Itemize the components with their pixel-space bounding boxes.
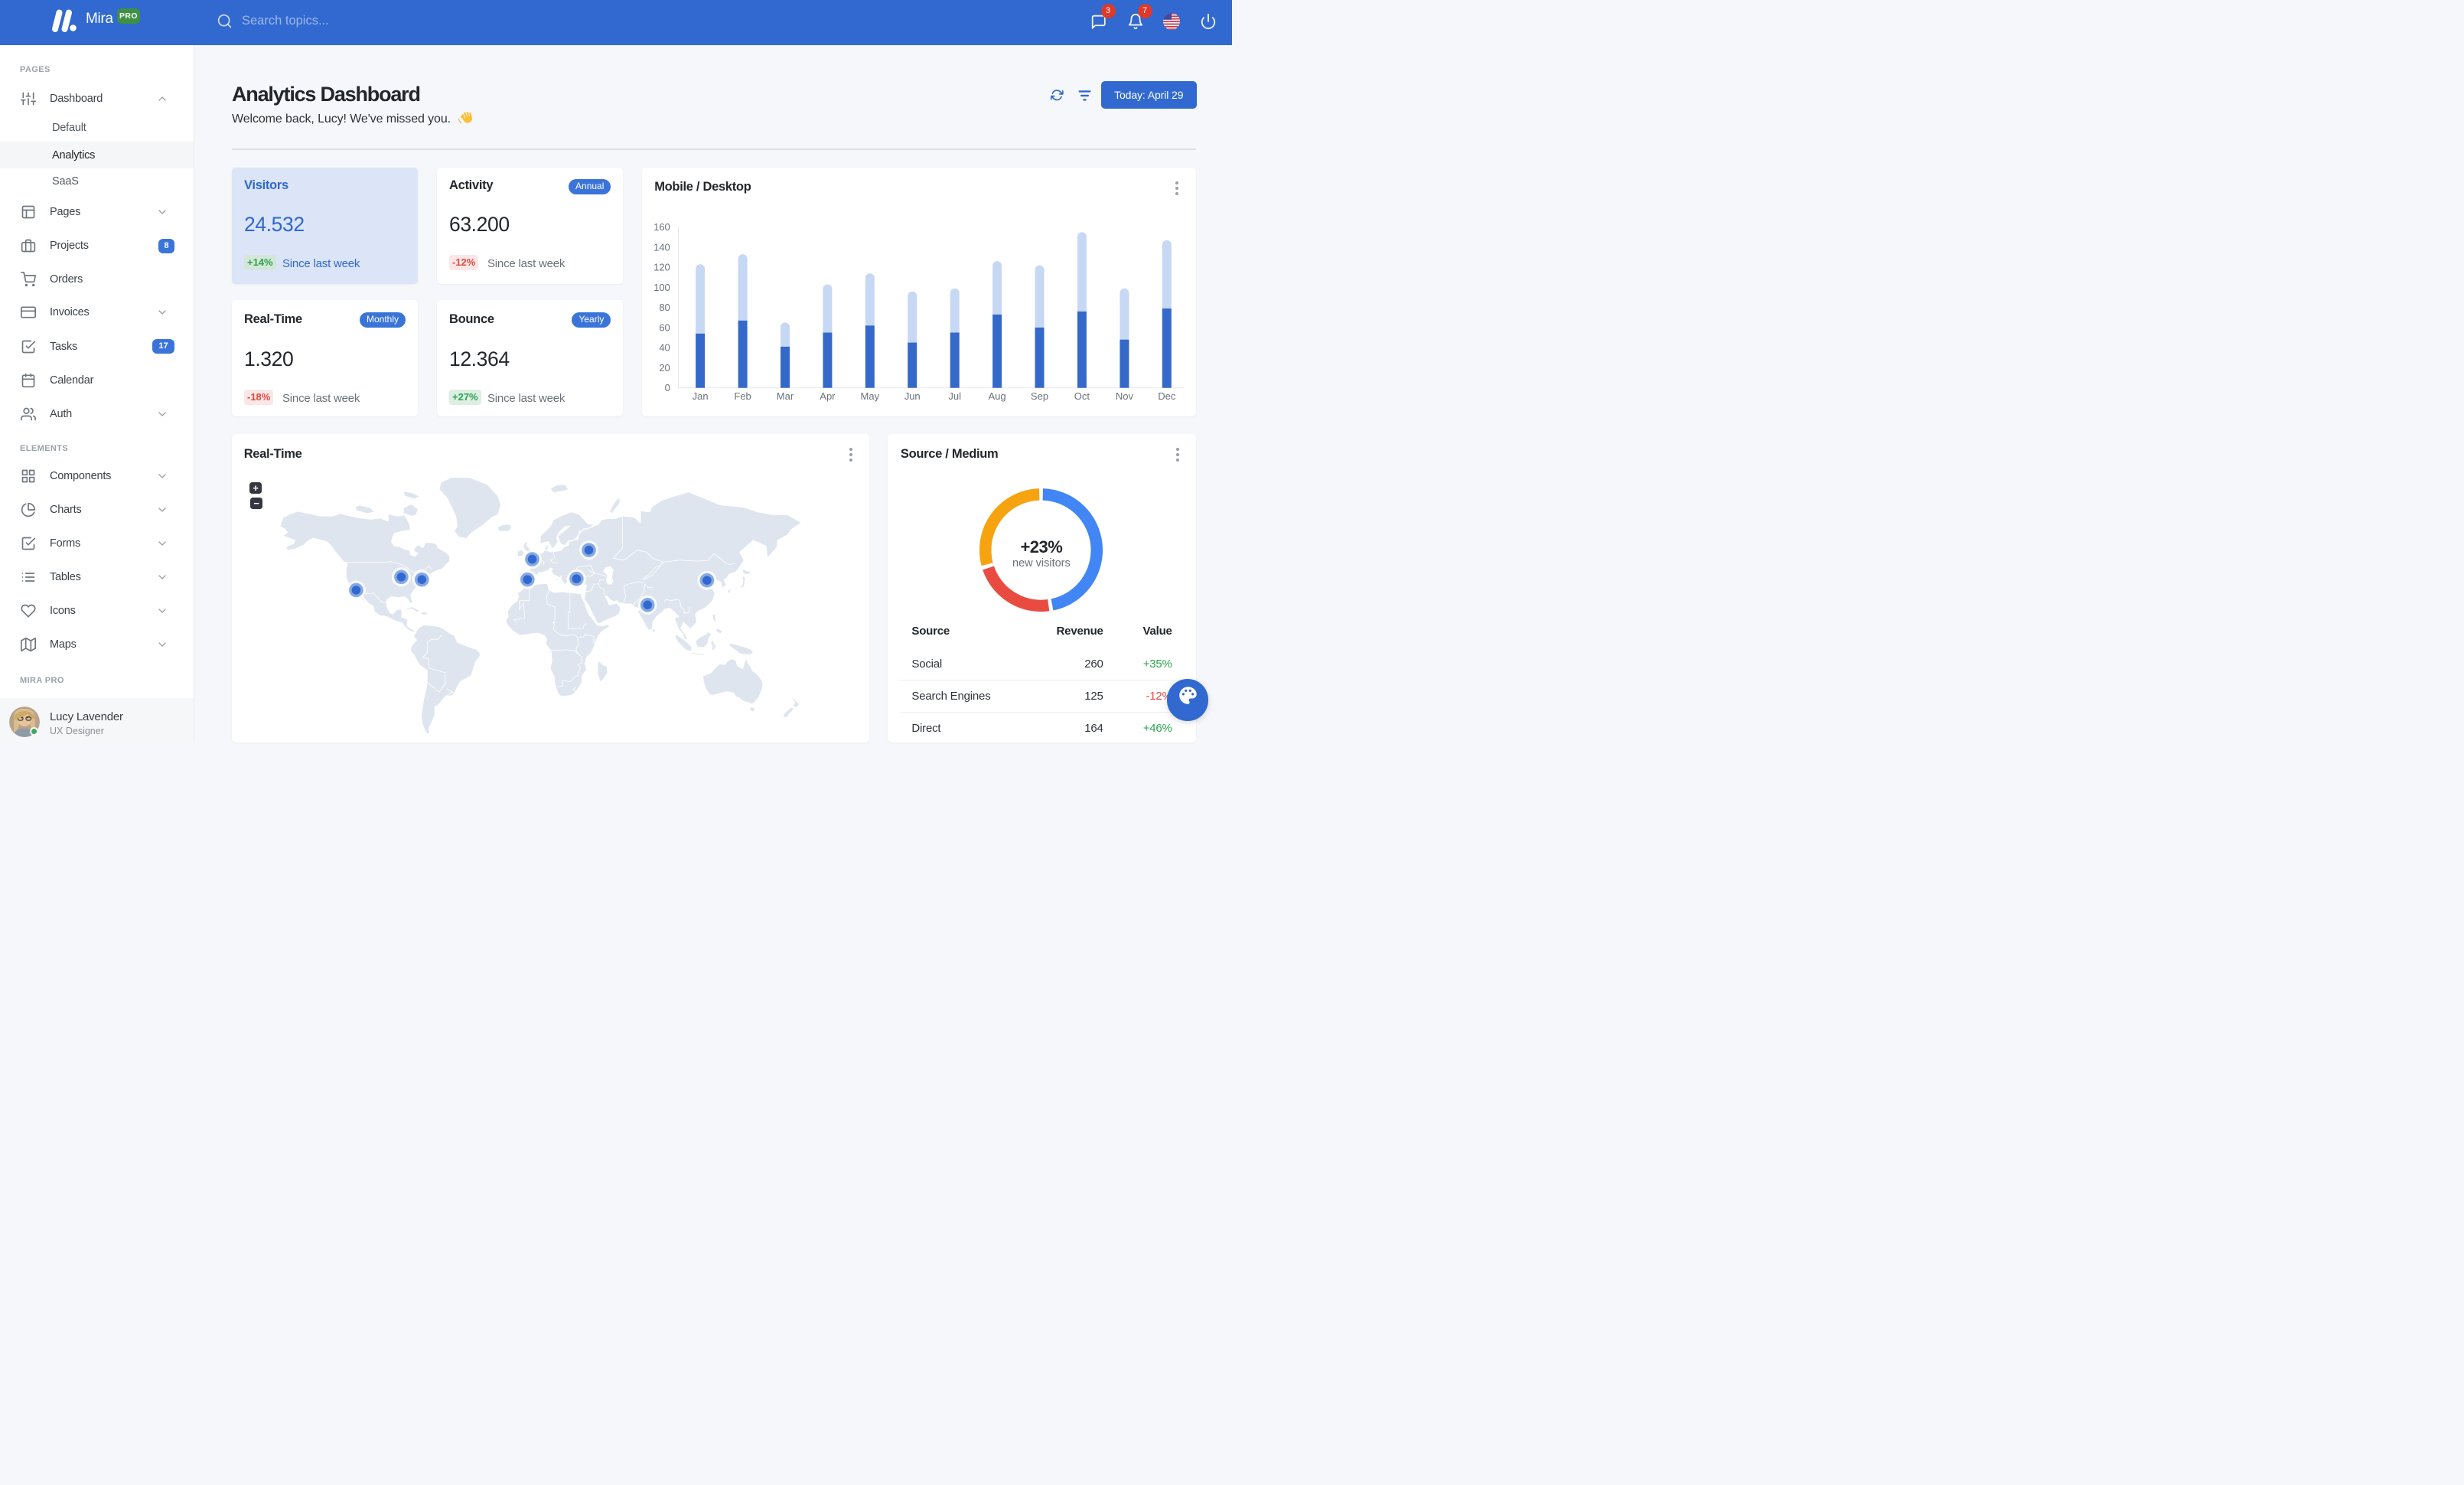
svg-text:0: 0	[665, 382, 670, 393]
svg-text:Mar: Mar	[777, 390, 794, 402]
svg-text:May: May	[861, 390, 880, 402]
svg-text:140: 140	[653, 241, 670, 253]
svg-text:Feb: Feb	[734, 390, 751, 402]
svg-text:100: 100	[653, 282, 670, 293]
svg-text:Dec: Dec	[1158, 390, 1176, 402]
svg-text:Aug: Aug	[989, 390, 1006, 402]
svg-text:Jul: Jul	[948, 390, 961, 402]
svg-text:Jun: Jun	[904, 390, 921, 402]
svg-text:Oct: Oct	[1074, 390, 1090, 402]
svg-text:Apr: Apr	[820, 390, 836, 402]
svg-text:40: 40	[659, 342, 670, 354]
svg-text:160: 160	[653, 221, 670, 233]
svg-text:120: 120	[653, 262, 670, 273]
svg-text:Jan: Jan	[693, 390, 709, 402]
svg-text:20: 20	[659, 362, 670, 374]
svg-text:Nov: Nov	[1116, 390, 1134, 402]
svg-text:Sep: Sep	[1031, 390, 1048, 402]
svg-text:80: 80	[659, 302, 670, 313]
svg-text:60: 60	[659, 321, 670, 333]
